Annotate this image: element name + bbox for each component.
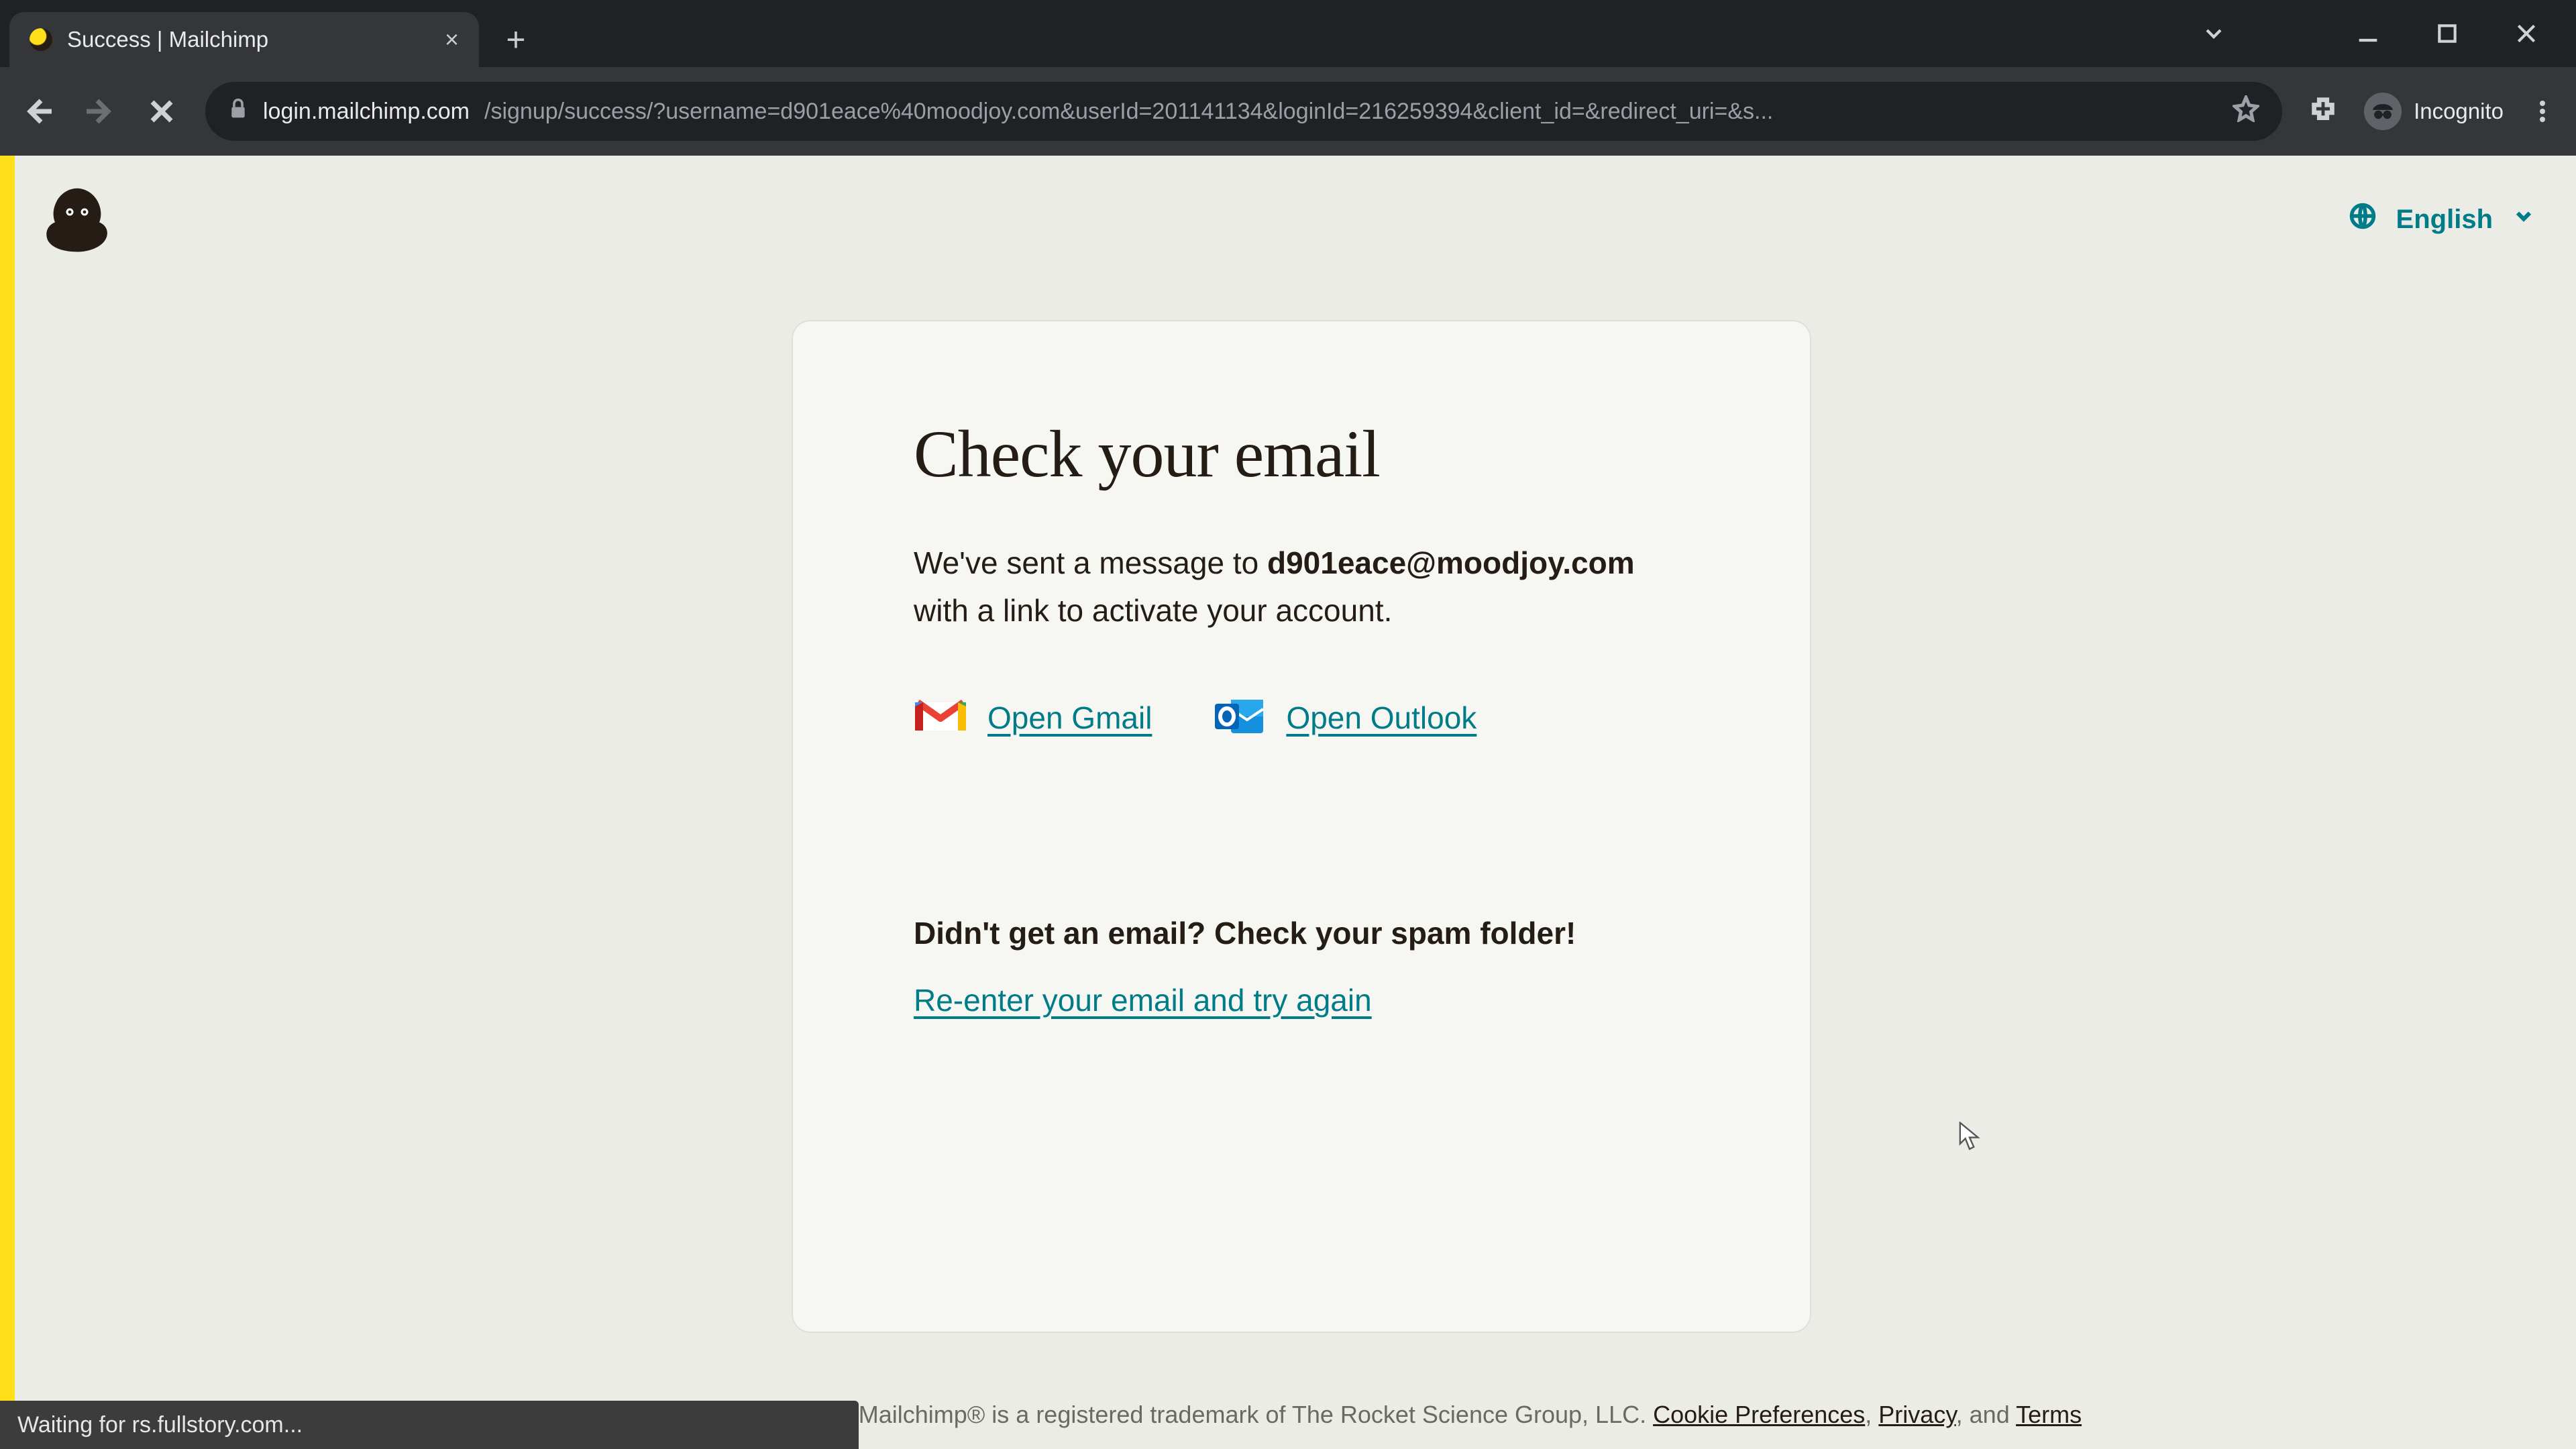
retry-link[interactable]: Re-enter your email and try again	[914, 983, 1372, 1018]
forward-button[interactable]	[82, 93, 118, 129]
language-label: English	[2396, 205, 2493, 235]
spam-notice: Didn't get an email? Check your spam fol…	[914, 915, 1689, 951]
status-text: Waiting for rs.fullstory.com...	[17, 1412, 303, 1438]
page-header: English	[40, 182, 2536, 256]
favicon-mailchimp-icon	[30, 28, 52, 51]
close-window-icon[interactable]	[2510, 17, 2542, 50]
address-bar[interactable]: login.mailchimp.com/signup/success/?user…	[205, 82, 2282, 141]
page-viewport: English Check your email We've sent a me…	[0, 156, 2576, 1449]
open-gmail-label: Open Gmail	[987, 700, 1152, 736]
extensions-icon[interactable]	[2308, 96, 2339, 127]
open-outlook-link[interactable]: Open Outlook	[1212, 696, 1477, 741]
open-gmail-link[interactable]: Open Gmail	[914, 696, 1152, 741]
minimize-window-icon[interactable]	[2352, 17, 2384, 50]
url-host: login.mailchimp.com	[263, 99, 470, 125]
card-message: We've sent a message to d901eace@moodjoy…	[914, 539, 1689, 635]
browser-toolbar: login.mailchimp.com/signup/success/?user…	[0, 67, 2576, 156]
new-tab-button[interactable]: +	[492, 16, 539, 63]
msg-suffix: with a link to activate your account.	[914, 593, 1392, 628]
open-outlook-label: Open Outlook	[1286, 700, 1477, 736]
incognito-icon	[2364, 93, 2402, 130]
maximize-window-icon[interactable]	[2431, 17, 2463, 50]
stop-reload-button[interactable]	[144, 93, 180, 129]
globe-icon	[2348, 201, 2377, 237]
outlook-icon	[1212, 696, 1266, 741]
toolbar-right: Incognito	[2308, 93, 2556, 130]
mailchimp-logo[interactable]	[40, 182, 114, 256]
gmail-icon	[914, 696, 967, 741]
incognito-indicator[interactable]: Incognito	[2364, 93, 2504, 130]
url-path: /signup/success/?username=d901eace%40moo…	[484, 99, 1773, 125]
lock-icon	[228, 97, 248, 126]
mouse-cursor-icon	[1959, 1122, 1980, 1151]
footer-sep1: ,	[1865, 1401, 1878, 1428]
back-button[interactable]	[20, 93, 56, 129]
chevron-down-icon	[2512, 204, 2536, 235]
yellow-accent-stripe	[0, 156, 15, 1449]
card-heading: Check your email	[914, 415, 1689, 492]
user-email: d901eace@moodjoy.com	[1267, 545, 1635, 580]
tab-title: Success | Mailchimp	[67, 27, 430, 52]
email-provider-links: Open Gmail Open Outlook	[914, 696, 1689, 741]
terms-link[interactable]: Terms	[2016, 1401, 2082, 1428]
msg-prefix: We've sent a message to	[914, 545, 1267, 580]
bookmark-star-icon[interactable]	[2233, 95, 2259, 128]
browser-chrome: Success | Mailchimp × +	[0, 0, 2576, 156]
cookie-preferences-link[interactable]: Cookie Preferences	[1653, 1401, 1865, 1428]
browser-status-bar: Waiting for rs.fullstory.com...	[0, 1401, 859, 1449]
check-email-card: Check your email We've sent a message to…	[792, 320, 1811, 1333]
browser-tab[interactable]: Success | Mailchimp ×	[9, 12, 479, 67]
tab-search-dropdown-icon[interactable]	[2200, 20, 2227, 50]
privacy-link[interactable]: Privacy	[1878, 1401, 1955, 1428]
close-tab-icon[interactable]: ×	[445, 28, 459, 52]
language-picker[interactable]: English	[2348, 201, 2536, 237]
window-controls	[2352, 0, 2576, 67]
footer-sep2: , and	[1956, 1401, 2016, 1428]
tab-strip: Success | Mailchimp × +	[0, 0, 2576, 67]
browser-menu-icon[interactable]	[2529, 98, 2556, 125]
incognito-label: Incognito	[2414, 99, 2504, 124]
